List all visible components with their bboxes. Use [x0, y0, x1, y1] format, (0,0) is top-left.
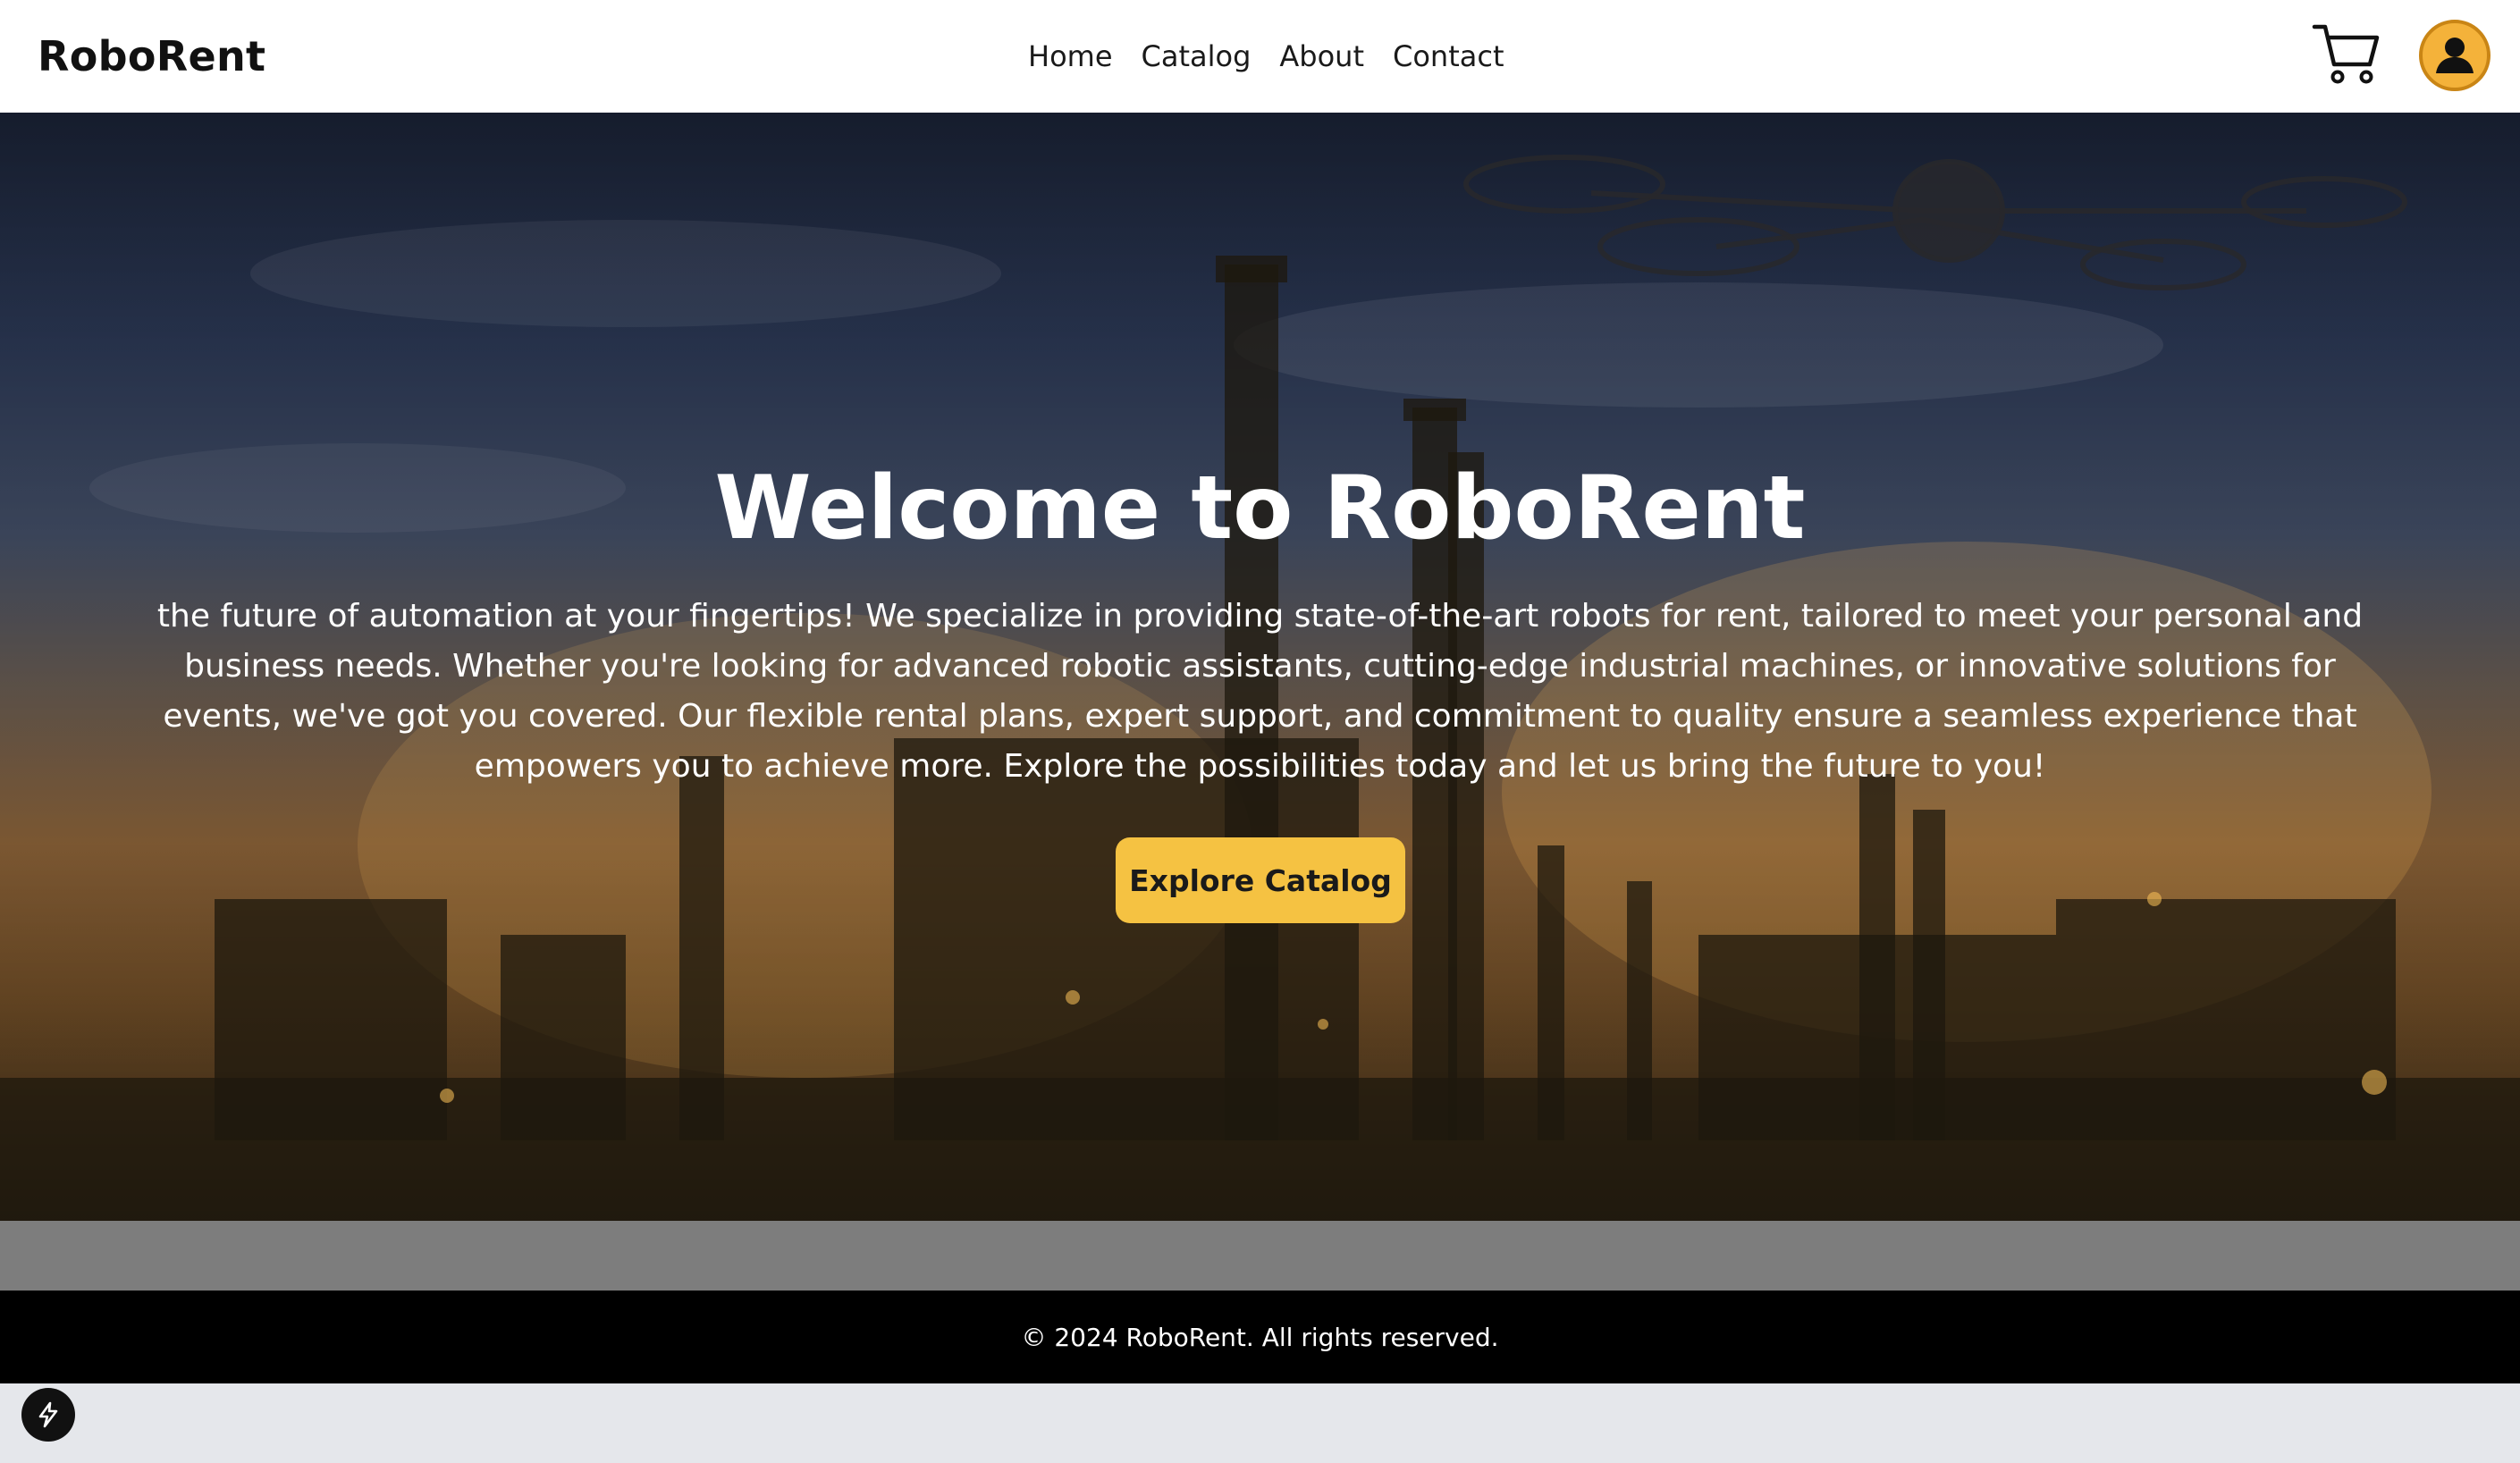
explore-catalog-button[interactable]: Explore Catalog [1116, 837, 1405, 923]
hero-section: Welcome to RoboRent the future of automa… [0, 113, 2520, 1221]
lightning-bolt-icon[interactable] [21, 1388, 75, 1442]
nav-link-home[interactable]: Home [1028, 39, 1113, 73]
hero-title: Welcome to RoboRent [714, 458, 1806, 559]
page-footer: © 2024 RoboRent. All rights reserved. [0, 1291, 2520, 1383]
footer-copyright: © 2024 RoboRent. All rights reserved. [1021, 1322, 1499, 1352]
user-avatar-icon[interactable] [2419, 20, 2491, 91]
drone-image [1463, 155, 2407, 290]
top-navbar: RoboRent Home Catalog About Contact [0, 0, 2520, 113]
nav-link-contact[interactable]: Contact [1393, 39, 1504, 73]
site-logo[interactable]: RoboRent [38, 0, 265, 113]
nav-link-catalog[interactable]: Catalog [1142, 39, 1252, 73]
content-band [0, 1221, 2520, 1291]
nav-link-about[interactable]: About [1279, 39, 1364, 73]
main-nav: Home Catalog About Contact [1028, 0, 1504, 113]
hero-description: the future of automation at your fingert… [156, 598, 2364, 785]
shopping-cart-icon[interactable] [2311, 21, 2381, 88]
